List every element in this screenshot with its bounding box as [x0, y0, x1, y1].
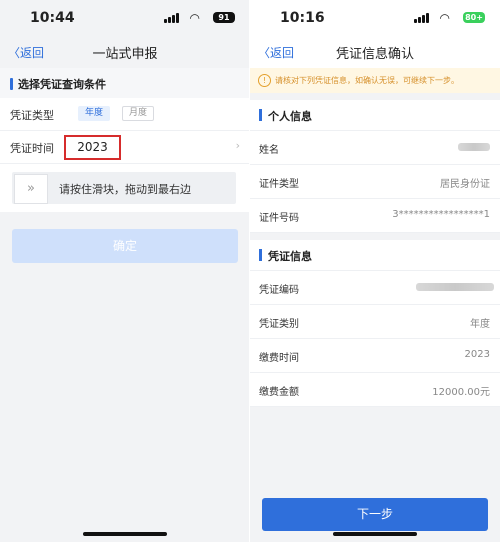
page-title: 一站式申报: [92, 47, 158, 62]
signal-icon: [164, 13, 180, 23]
voucher-time-value[interactable]: 2023: [64, 135, 121, 160]
confirm-button[interactable]: 确定: [12, 229, 238, 263]
id-number-label: 证件号码: [259, 213, 299, 224]
id-type-value: 居民身份证: [440, 179, 490, 190]
voucher-type-row: 凭证类型 年度 月度: [0, 98, 250, 131]
home-indicator: [333, 532, 417, 536]
voucher-code-row: 凭证编码: [250, 271, 500, 305]
voucher-category-label: 凭证类别: [259, 319, 299, 330]
left-screen: 10:44 ◠ 91 〈返回 一站式申报 选择凭证查询条件 凭证类型 年度 月度…: [0, 0, 250, 542]
status-bar: 10:44 ◠ 91: [0, 0, 250, 36]
section-accent-bar: [10, 78, 13, 90]
screenshot-pair: 10:44 ◠ 91 〈返回 一站式申报 选择凭证查询条件 凭证类型 年度 月度…: [0, 0, 500, 542]
status-time: 10:16: [280, 10, 325, 26]
voucher-time-row[interactable]: 凭证时间 2023 ›: [0, 131, 250, 164]
section-accent-bar: [259, 249, 262, 261]
pay-time-value: 2023: [464, 349, 490, 360]
verify-slider-track[interactable]: » 请按住滑块，拖动到最右边: [12, 172, 236, 204]
spacer: [250, 93, 500, 100]
right-screen: 10:16 ◠ 80+ 〈返回 凭证信息确认 ! 请核对下列凭证信息，如确认无误…: [250, 0, 500, 542]
status-bar: 10:16 ◠ 80+: [250, 0, 500, 36]
battery-indicator: 80+: [463, 12, 485, 23]
spacer: [250, 233, 500, 240]
slider-container: » 请按住滑块，拖动到最右边: [0, 164, 250, 212]
voucher-info-title: 凭证信息: [268, 250, 312, 263]
notice-banner: ! 请核对下列凭证信息，如确认无误，可继续下一步。: [250, 68, 500, 93]
pay-time-row: 缴费时间 2023: [250, 339, 500, 373]
section-title: 选择凭证查询条件: [18, 78, 106, 91]
voucher-time-label: 凭证时间: [10, 142, 54, 155]
voucher-info-header: 凭证信息: [250, 240, 500, 271]
redacted-voucher-code: [416, 283, 494, 291]
id-type-row: 证件类型 居民身份证: [250, 165, 500, 199]
voucher-category-value: 年度: [470, 319, 490, 330]
query-section-header: 选择凭证查询条件: [0, 68, 250, 98]
wifi-icon: ◠: [439, 11, 450, 25]
id-number-row: 证件号码 3*****************1: [250, 199, 500, 233]
type-option-annual[interactable]: 年度: [78, 106, 110, 121]
nav-bar: 〈返回 凭证信息确认: [250, 36, 500, 68]
type-option-monthly[interactable]: 月度: [122, 106, 154, 121]
name-label: 姓名: [259, 145, 279, 156]
wifi-icon: ◠: [189, 11, 200, 25]
name-row: 姓名: [250, 131, 500, 165]
voucher-category-row: 凭证类别 年度: [250, 305, 500, 339]
slider-handle[interactable]: »: [14, 174, 48, 204]
home-indicator: [83, 532, 167, 536]
id-type-label: 证件类型: [259, 179, 299, 190]
slider-hint: 请按住滑块，拖动到最右边: [59, 183, 191, 196]
signal-icon: [414, 13, 430, 23]
notice-text: 请核对下列凭证信息，如确认无误，可继续下一步。: [275, 76, 459, 85]
voucher-type-label: 凭证类型: [10, 109, 54, 122]
personal-info-title: 个人信息: [268, 110, 312, 123]
pay-amount-row: 缴费金额 12000.00元: [250, 373, 500, 407]
nav-bar: 〈返回 一站式申报: [0, 36, 250, 68]
id-number-value: 3*****************1: [392, 209, 490, 220]
personal-info-header: 个人信息: [250, 100, 500, 131]
section-accent-bar: [259, 109, 262, 121]
voucher-code-label: 凭证编码: [259, 285, 299, 296]
pay-time-label: 缴费时间: [259, 353, 299, 364]
page-title: 凭证信息确认: [335, 47, 414, 62]
status-time: 10:44: [30, 10, 75, 26]
redacted-name: [458, 143, 490, 151]
pay-amount-label: 缴费金额: [259, 387, 299, 398]
info-icon: !: [258, 74, 271, 87]
next-step-button[interactable]: 下一步: [262, 498, 488, 531]
pay-amount-value: 12000.00元: [432, 387, 490, 398]
battery-indicator: 91: [213, 12, 235, 23]
chevron-right-icon: ›: [235, 139, 240, 152]
